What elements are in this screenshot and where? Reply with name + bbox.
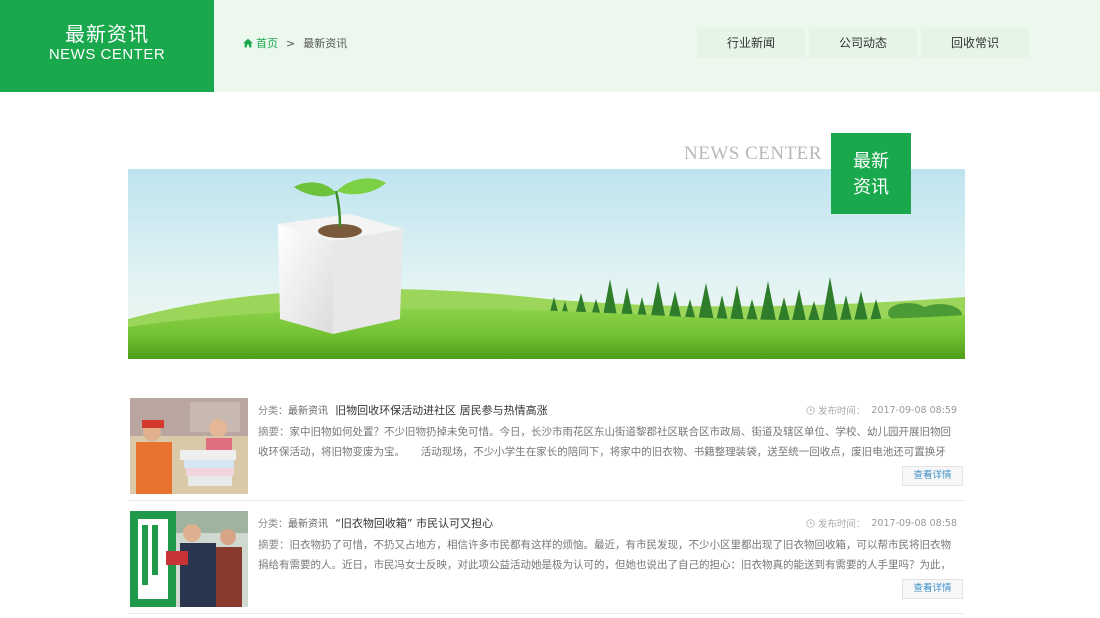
section-badge-line2: 资讯 xyxy=(853,177,889,198)
news-category[interactable]: 最新资讯 xyxy=(288,519,328,530)
subnav-item-company-news[interactable]: 公司动态 xyxy=(809,28,917,58)
news-category-label: 分类： xyxy=(258,406,288,417)
section-title-cn: 最新资讯 xyxy=(65,22,149,46)
subnav-item-recycling-tips[interactable]: 回收常识 xyxy=(921,28,1029,58)
section-badge-line1: 最新 xyxy=(853,151,889,172)
view-details-button[interactable]: 查看详情 xyxy=(902,466,963,486)
news-publish-time: 发布时间： 2017-09-08 08:59 xyxy=(806,403,957,417)
news-time-label: 发布时间： xyxy=(817,406,866,417)
news-summary-text: 旧衣物扔了可惜，不扔又占地方，相信许多市民都有这样的烦恼。最近，有市民发现，不少… xyxy=(258,539,951,571)
news-summary-label: 摘要： xyxy=(258,539,290,551)
news-title-link[interactable]: “旧衣物回收箱” 市民认可又担心 xyxy=(335,517,493,530)
news-meta: 分类：最新资讯 旧物回收环保活动进社区 居民参与热情高涨 xyxy=(258,402,548,418)
view-details-button[interactable]: 查看详情 xyxy=(902,579,963,599)
news-summary-text: 家中旧物如何处置？不少旧物扔掉未免可惜。今日，长沙市雨花区东山街道黎郡社区联合区… xyxy=(258,426,951,458)
section-title-box: 最新资讯 NEWS CENTER xyxy=(0,0,214,92)
news-list: 分类：最新资讯 旧物回收环保活动进社区 居民参与热情高涨 发布时间： 2017-… xyxy=(128,388,965,614)
news-time-value: 2017-09-08 08:59 xyxy=(871,404,957,416)
news-publish-time: 发布时间： 2017-09-08 08:58 xyxy=(806,516,957,530)
breadcrumb-separator: > xyxy=(286,36,296,50)
breadcrumb-home-link[interactable]: 首页 xyxy=(256,35,278,51)
section-title-en: NEWS CENTER xyxy=(48,46,166,63)
news-thumbnail[interactable] xyxy=(130,398,248,494)
news-summary: 摘要：旧衣物扔了可惜，不扔又占地方，相信许多市民都有这样的烦恼。最近，有市民发现… xyxy=(258,535,958,575)
news-meta: 分类：最新资讯 “旧衣物回收箱” 市民认可又担心 xyxy=(258,515,493,531)
news-title-link[interactable]: 旧物回收环保活动进社区 居民参与热情高涨 xyxy=(335,404,548,417)
news-item: 分类：最新资讯 “旧衣物回收箱” 市民认可又担心 发布时间： 2017-09-0… xyxy=(128,501,965,614)
news-time-value: 2017-09-08 08:58 xyxy=(871,517,957,529)
news-summary: 摘要：家中旧物如何处置？不少旧物扔掉未免可惜。今日，长沙市雨花区东山街道黎郡社区… xyxy=(258,422,958,462)
subnav-item-industry-news[interactable]: 行业新闻 xyxy=(697,28,805,58)
news-time-label: 发布时间： xyxy=(817,519,866,530)
category-subnav: 行业新闻 公司动态 回收常识 xyxy=(697,28,1033,58)
section-heading-en: NEWS CENTER xyxy=(684,143,822,164)
news-thumbnail[interactable] xyxy=(130,511,248,607)
news-summary-label: 摘要： xyxy=(258,426,290,438)
clock-icon xyxy=(806,518,815,528)
news-category-label: 分类： xyxy=(258,519,288,530)
section-heading-badge: 最新 资讯 xyxy=(831,133,911,214)
page-header: 最新资讯 NEWS CENTER 首页 > 最新资讯 行业新闻 公司动态 回收常… xyxy=(0,0,1100,92)
news-category[interactable]: 最新资讯 xyxy=(288,406,328,417)
clock-icon xyxy=(806,405,815,415)
breadcrumb: 首页 > 最新资讯 xyxy=(243,35,347,51)
news-item: 分类：最新资讯 旧物回收环保活动进社区 居民参与热情高涨 发布时间： 2017-… xyxy=(128,388,965,501)
home-icon xyxy=(243,38,253,48)
breadcrumb-current: 最新资讯 xyxy=(303,37,348,50)
